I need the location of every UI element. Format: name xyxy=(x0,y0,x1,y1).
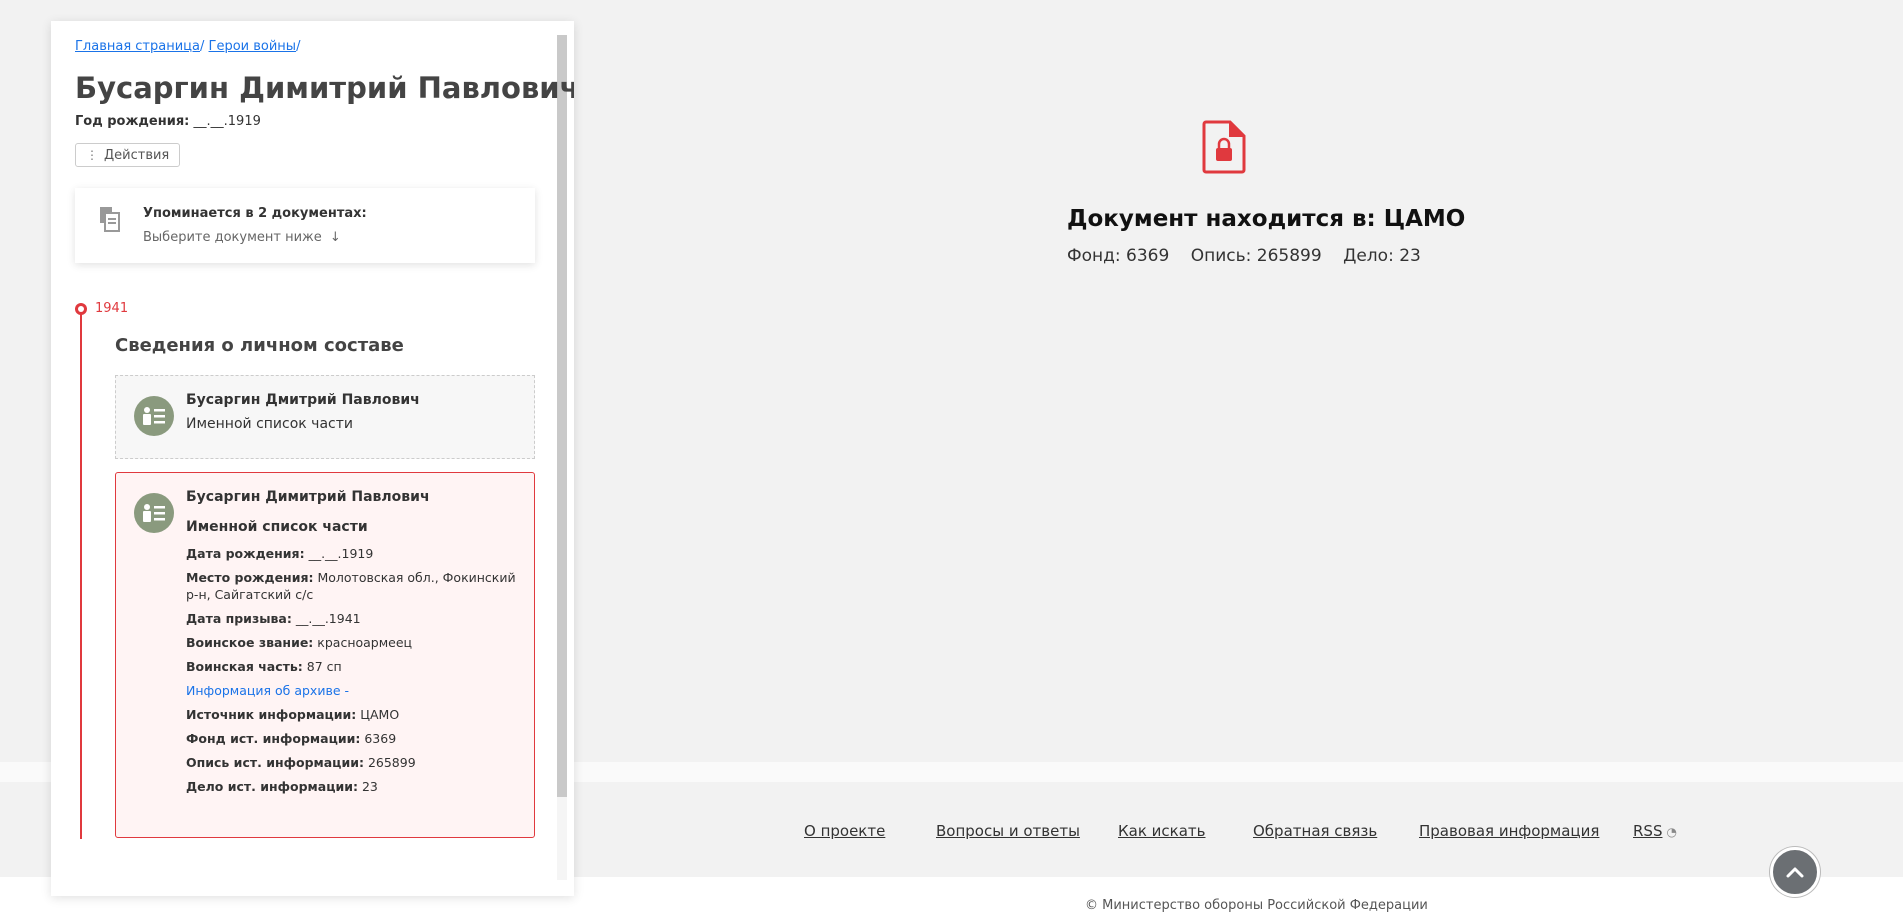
field-draft-date: Дата призыва: __.__.1941 xyxy=(186,610,526,627)
field-rank: Воинское звание: красноармеец xyxy=(186,634,526,651)
field-label: Опись ист. информации: xyxy=(186,755,364,770)
field-source: Источник информации: ЦАМО xyxy=(186,706,526,723)
breadcrumb: Главная страница/ Герои войны/ xyxy=(75,39,300,54)
footer-link-feedback[interactable]: Обратная связь xyxy=(1253,822,1377,840)
field-label: Фонд ист. информации: xyxy=(186,731,361,746)
scroll-to-top-button[interactable] xyxy=(1770,847,1820,897)
footer-link-rss[interactable]: RSS ◔ xyxy=(1633,822,1677,840)
footer-link-faq[interactable]: Вопросы и ответы xyxy=(936,822,1080,840)
person-list-icon xyxy=(134,396,174,436)
breadcrumb-heroes[interactable]: Герои войны xyxy=(209,39,297,54)
copyright-text: © Министерство обороны Российской Федера… xyxy=(1085,898,1428,913)
field-value: 87 сп xyxy=(306,659,342,674)
timeline-dot-icon xyxy=(75,303,87,315)
record-type: Именной список части xyxy=(186,416,353,432)
field-value: __.__.1919 xyxy=(308,546,374,561)
archive-info-toggle[interactable]: Информация об архиве - xyxy=(186,682,526,699)
timeline-line xyxy=(80,311,82,839)
page-title: Бусаргин Димитрий Павлович xyxy=(75,71,574,105)
birth-label: Год рождения: xyxy=(75,114,190,129)
documents-icon xyxy=(100,207,120,232)
field-label: Источник информации: xyxy=(186,707,357,722)
field-birth-place: Место рождения: Молотовская обл., Фокинс… xyxy=(186,569,526,603)
arrow-down-icon: ↓ xyxy=(329,230,341,245)
breadcrumb-separator: / xyxy=(200,39,205,54)
document-location-title: Документ находится в: ЦАМО xyxy=(1067,206,1466,232)
field-value: 265899 xyxy=(367,755,416,770)
mentions-subtitle: Выберите документ ниже ↓ xyxy=(143,230,341,245)
footer-link-legal[interactable]: Правовая информация xyxy=(1419,822,1599,840)
record-type: Именной список части xyxy=(186,519,368,535)
scrollbar-thumb[interactable] xyxy=(557,35,567,797)
timeline-year: 1941 xyxy=(95,301,129,316)
document-opis: Опись: 265899 xyxy=(1190,246,1322,266)
locked-document-icon xyxy=(1202,120,1246,174)
record-card[interactable]: Бусаргин Дмитрий Павлович Именной список… xyxy=(115,375,535,459)
field-label: Дело ист. информации: xyxy=(186,779,358,794)
record-card-selected[interactable]: Бусаргин Димитрий Павлович Именной списо… xyxy=(115,472,535,838)
field-label: Воинское звание: xyxy=(186,635,314,650)
section-title: Сведения о личном составе xyxy=(115,335,404,356)
field-value: красноармеец xyxy=(317,635,413,650)
birth-year: Год рождения: __.__.1919 xyxy=(75,114,261,129)
footer-link-how-to-search[interactable]: Как искать xyxy=(1118,822,1206,840)
actions-button[interactable]: ⋮ Действия xyxy=(75,143,181,167)
chevron-up-icon xyxy=(1786,867,1804,878)
footer-link-about[interactable]: О проекте xyxy=(804,822,885,840)
rss-icon: ◔ xyxy=(1666,825,1677,839)
field-birth-date: Дата рождения: __.__.1919 xyxy=(186,545,526,562)
vertical-dots-icon: ⋮ xyxy=(86,148,98,162)
document-meta: Фонд: 6369 Опись: 265899 Дело: 23 xyxy=(1067,246,1437,266)
field-label: Дата призыва: xyxy=(186,611,292,626)
breadcrumb-separator: / xyxy=(296,39,301,54)
field-value: __.__.1941 xyxy=(295,611,361,626)
record-person-name: Бусаргин Дмитрий Павлович xyxy=(186,392,420,408)
field-value: 6369 xyxy=(364,731,397,746)
record-person-name: Бусаргин Димитрий Павлович xyxy=(186,489,430,505)
field-unit: Воинская часть: 87 сп xyxy=(186,658,526,675)
document-fond: Фонд: 6369 xyxy=(1067,246,1170,266)
actions-label: Действия xyxy=(104,147,170,163)
field-value: ЦАМО xyxy=(360,707,400,722)
hero-card: Главная страница/ Герои войны/ Бусаргин … xyxy=(51,21,574,896)
birth-value: __.__.1919 xyxy=(193,114,261,129)
field-fond: Фонд ист. информации: 6369 xyxy=(186,730,526,747)
document-delo: Дело: 23 xyxy=(1343,246,1421,266)
mentions-title: Упоминается в 2 документах: xyxy=(143,206,367,221)
field-opis: Опись ист. информации: 265899 xyxy=(186,754,526,771)
field-value: 23 xyxy=(361,779,378,794)
field-label: Дата рождения: xyxy=(186,546,305,561)
record-fields: Дата рождения: __.__.1919 Место рождения… xyxy=(186,545,526,802)
field-label: Воинская часть: xyxy=(186,659,303,674)
mentions-subtitle-text: Выберите документ ниже xyxy=(143,230,322,245)
field-delo: Дело ист. информации: 23 xyxy=(186,778,526,795)
person-list-icon xyxy=(134,493,174,533)
field-label: Место рождения: xyxy=(186,570,314,585)
breadcrumb-home[interactable]: Главная страница xyxy=(75,39,200,54)
rss-label: RSS xyxy=(1633,822,1663,840)
mentions-box: Упоминается в 2 документах: Выберите док… xyxy=(75,188,535,263)
